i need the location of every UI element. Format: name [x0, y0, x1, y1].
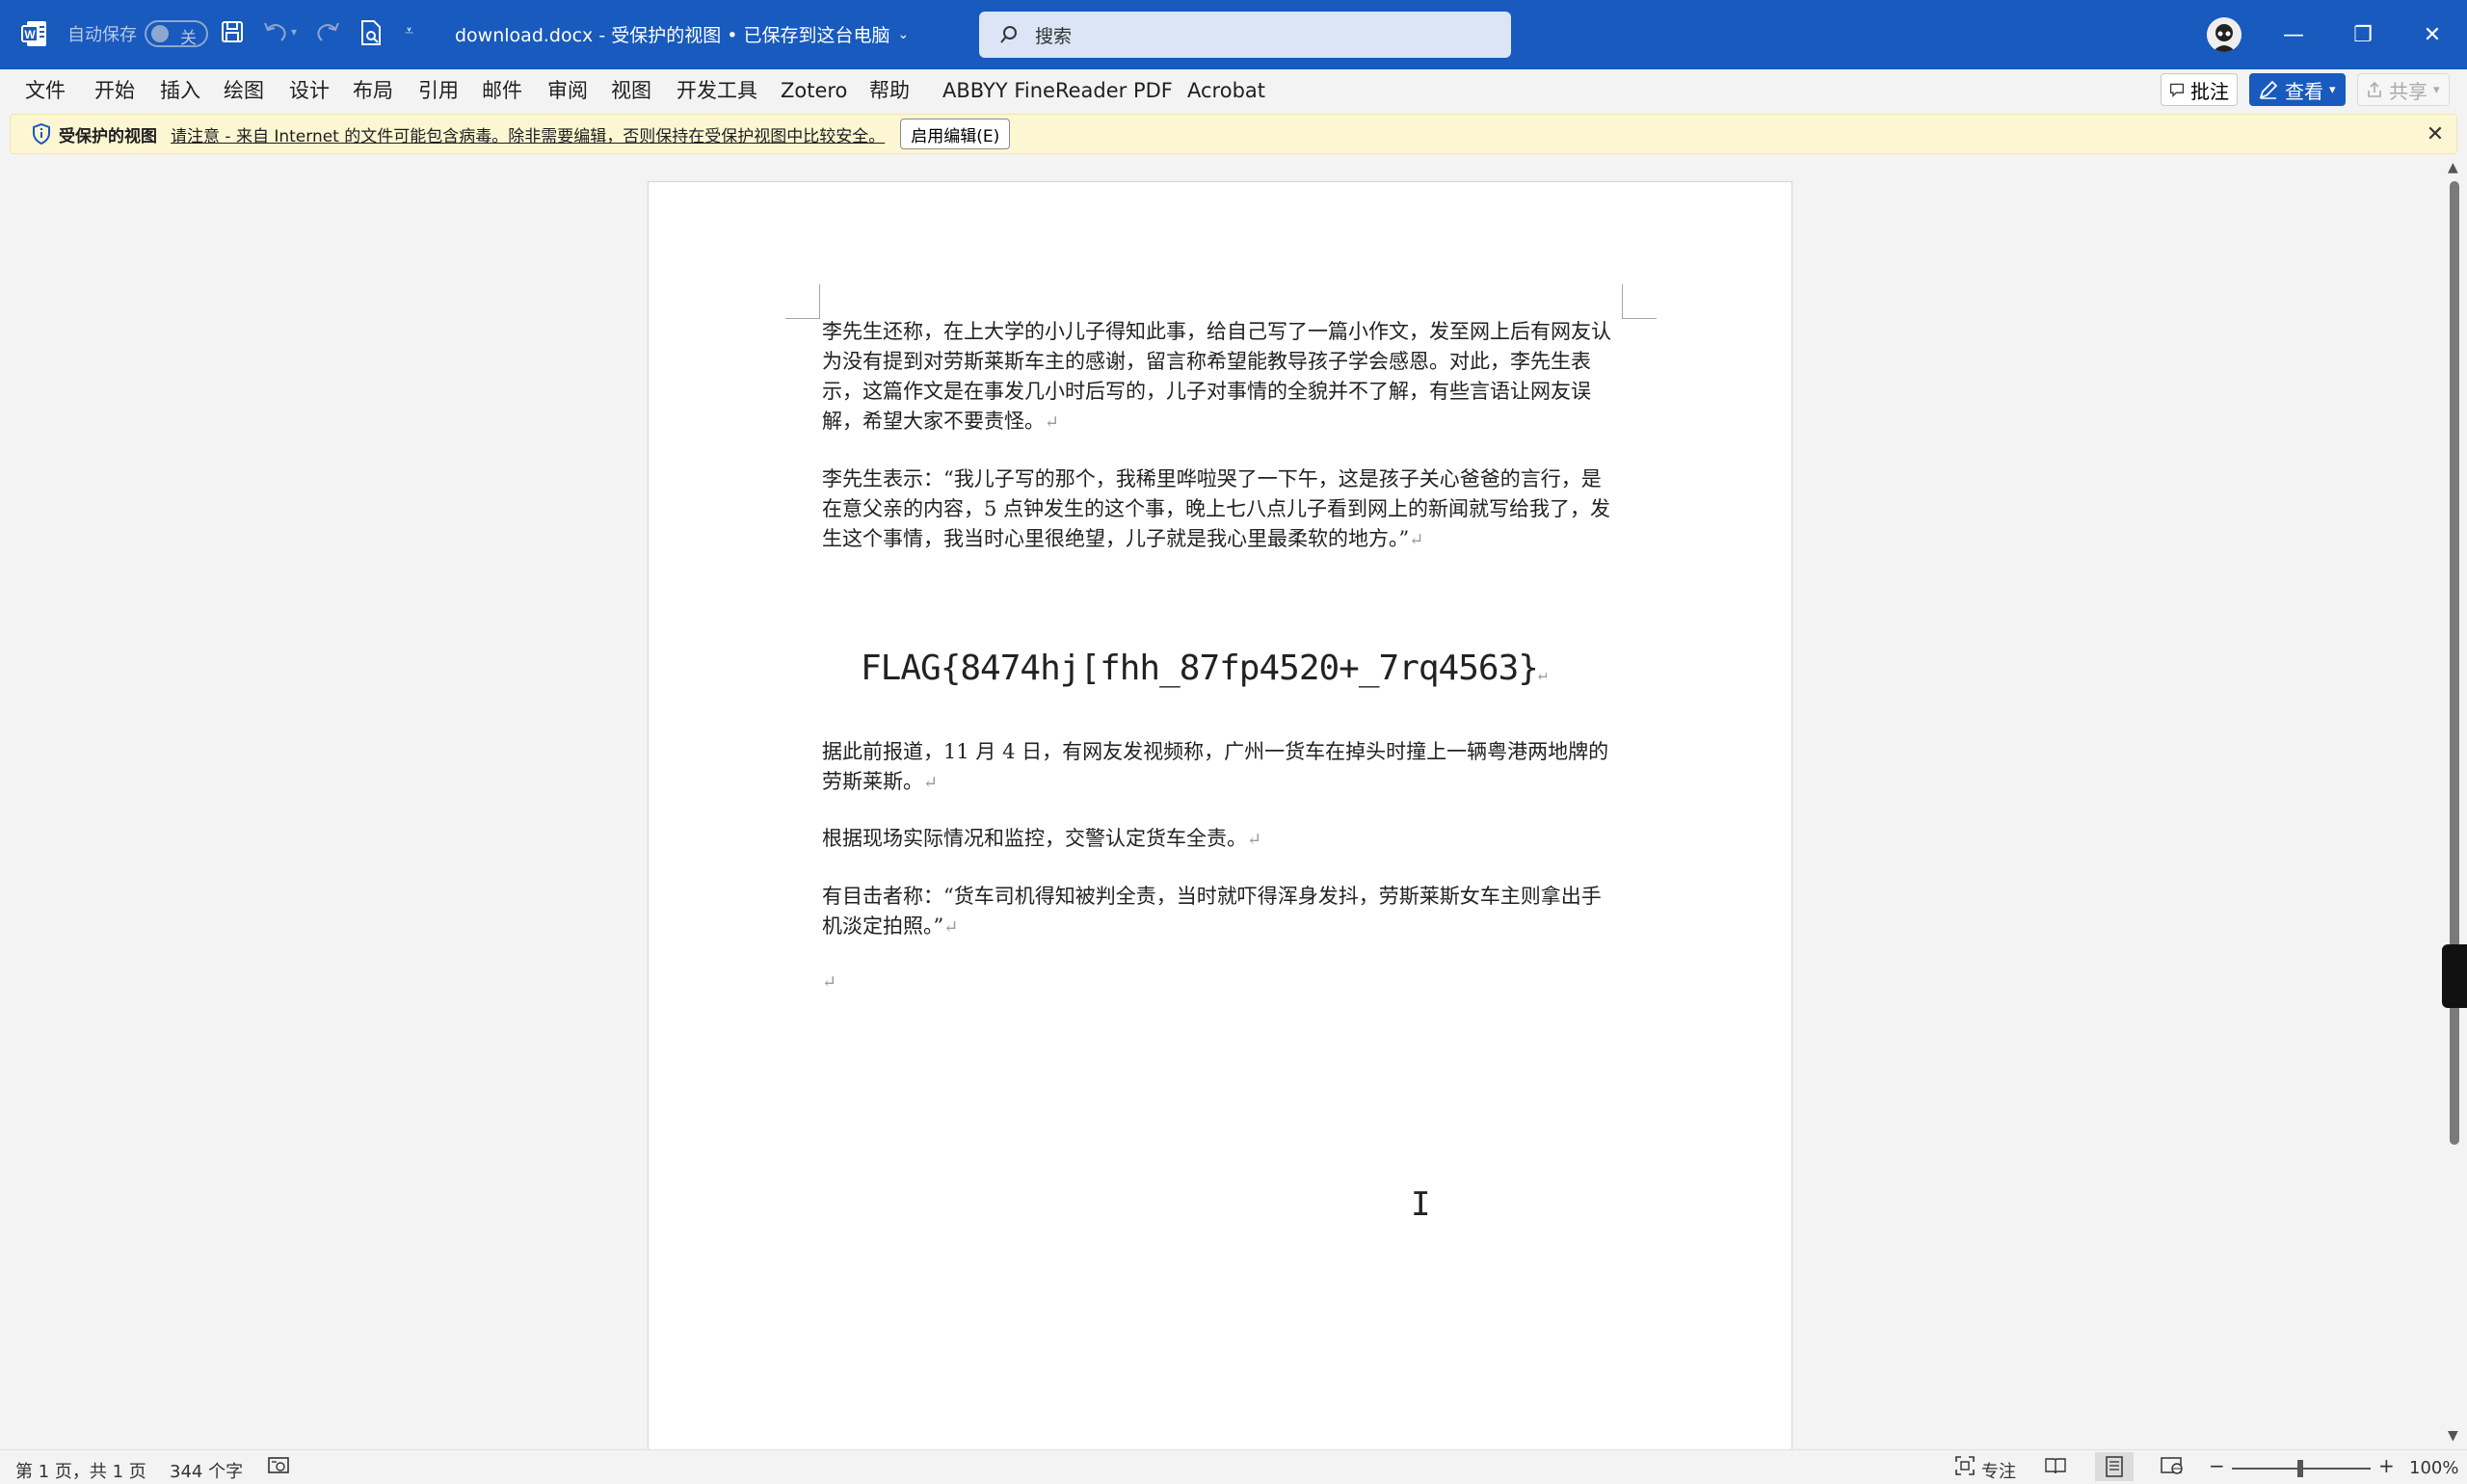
paragraph-mark: ↵: [1537, 665, 1548, 683]
minimize-button[interactable]: —: [2259, 0, 2328, 69]
paragraph-mark: ↵: [943, 917, 959, 938]
focus-label[interactable]: 专注: [1981, 1458, 2016, 1483]
print-preview-icon[interactable]: [358, 19, 384, 46]
avatar[interactable]: [2207, 17, 2242, 52]
chevron-down-icon: ▾: [2433, 82, 2440, 97]
comment-icon: [2169, 83, 2185, 97]
tab-file[interactable]: 文件: [25, 77, 66, 104]
zoom-out-button[interactable]: −: [2209, 1454, 2225, 1477]
customize-toolbar-icon[interactable]: ⩡: [405, 21, 413, 40]
paragraph: 李先生还称，在上大学的小儿子得知此事，给自己写了一篇小作文，发至网上后有网友认为…: [822, 317, 1612, 437]
share-label: 共享: [2389, 79, 2427, 103]
side-panel-handle[interactable]: [2442, 944, 2467, 1008]
chevron-down-icon: ▾: [2329, 82, 2336, 97]
protected-view-message[interactable]: 请注意 - 来自 Internet 的文件可能包含病毒。除非需要编辑，否则保持在…: [171, 122, 885, 146]
close-button[interactable]: ✕: [2398, 0, 2467, 69]
crop-mark: [1622, 284, 1657, 319]
ribbon-tabs: 文件 开始 插入 绘图 设计 布局 引用 邮件 审阅 视图 开发工具 Zoter…: [0, 69, 2467, 112]
flag-value: FLAG{8474hj[fhh_87fp4520+_7rq4563}: [861, 649, 1539, 688]
paragraph-text: 据此前报道，11 月 4 日，有网友发视频称，广州一货车在掉头时撞上一辆粤港两地…: [822, 740, 1609, 793]
tab-help[interactable]: 帮助: [869, 77, 910, 104]
undo-icon[interactable]: [262, 19, 289, 44]
paragraph: 有目击者称：“货车司机得知被判全责，当时就吓得浑身发抖，劳斯莱斯女车主则拿出手机…: [822, 882, 1612, 942]
status-bar: 第 1 页，共 1 页 344 个字 专注 − + 100%: [0, 1449, 2467, 1484]
search-box[interactable]: 搜索: [979, 12, 1511, 58]
tab-acrobat[interactable]: Acrobat: [1187, 77, 1265, 104]
tab-view[interactable]: 视图: [611, 77, 651, 104]
shield-info-icon: [33, 122, 50, 146]
zoom-level[interactable]: 100%: [2409, 1458, 2458, 1478]
zoom-slider-thumb[interactable]: [2297, 1460, 2303, 1477]
protected-view-bar: 受保护的视图 请注意 - 来自 Internet 的文件可能包含病毒。除非需要编…: [10, 114, 2457, 154]
tab-mailings[interactable]: 邮件: [482, 77, 522, 104]
redo-icon[interactable]: [314, 19, 341, 44]
view-mode-button[interactable]: 查看 ▾: [2249, 73, 2346, 106]
paragraph-text: 有目击者称：“货车司机得知被判全责，当时就吓得浑身发抖，劳斯莱斯女车主则拿出手机…: [822, 885, 1602, 938]
enable-editing-button[interactable]: 启用编辑(E): [900, 119, 1011, 149]
paragraph-mark: ↵: [1409, 530, 1424, 550]
paragraph-mark: ↵: [822, 972, 837, 993]
document-title[interactable]: download.docx - 受保护的视图 • 已保存到这台电脑: [455, 21, 890, 47]
paragraph-mark: ↵: [923, 773, 939, 793]
focus-icon[interactable]: [1954, 1455, 1976, 1481]
scroll-down-icon[interactable]: ▼: [2448, 1428, 2458, 1444]
autosave-label: 自动保存: [67, 25, 137, 45]
vertical-scrollbar[interactable]: ▲ ▼: [2444, 158, 2467, 1449]
word-count[interactable]: 344 个字: [170, 1458, 243, 1483]
pen-icon: [2259, 80, 2278, 99]
paragraph-mark: ↵: [1247, 830, 1262, 850]
flag-text: FLAG{8474hj[fhh_87fp4520+_7rq4563}↵: [861, 649, 1548, 688]
paragraph-text: 根据现场实际情况和监控，交警认定货车全责。: [822, 827, 1247, 850]
read-mode-icon[interactable]: [2045, 1456, 2066, 1480]
word-logo-icon[interactable]: W: [21, 19, 48, 48]
paragraph: 李先生表示：“我儿子写的那个，我稀里哗啦哭了一下午，这是孩子关心爸爸的言行，是在…: [822, 464, 1612, 555]
comments-button[interactable]: 批注: [2161, 73, 2238, 106]
document-area: 李先生还称，在上大学的小儿子得知此事，给自己写了一篇小作文，发至网上后有网友认为…: [0, 158, 2444, 1449]
tab-review[interactable]: 审阅: [547, 77, 588, 104]
paragraph: 根据现场实际情况和监控，交警认定货车全责。↵: [822, 824, 1612, 855]
page-count[interactable]: 第 1 页，共 1 页: [15, 1458, 146, 1483]
empty-paragraph: ↵: [822, 967, 1612, 997]
document-page[interactable]: 李先生还称，在上大学的小儿子得知此事，给自己写了一篇小作文，发至网上后有网友认为…: [648, 181, 1792, 1449]
tab-draw[interactable]: 绘图: [224, 77, 264, 104]
tab-design[interactable]: 设计: [289, 77, 330, 104]
toggle-knob: [151, 25, 169, 42]
print-layout-icon[interactable]: [2095, 1452, 2134, 1481]
title-bar: W 自动保存 关 ▾ ⩡ download.docx - 受保护的视图 • 已保…: [0, 0, 2467, 69]
restore-button[interactable]: ❐: [2328, 0, 2398, 69]
svg-text:W: W: [24, 28, 36, 41]
autosave-state: 关: [180, 29, 197, 48]
paragraph: 据此前报道，11 月 4 日，有网友发视频称，广州一货车在掉头时撞上一辆粤港两地…: [822, 737, 1612, 798]
zoom-in-button[interactable]: +: [2378, 1454, 2395, 1477]
protected-view-title: 受保护的视图: [59, 126, 157, 146]
accessibility-icon[interactable]: [268, 1456, 289, 1480]
autosave-toggle[interactable]: 关: [145, 20, 208, 48]
undo-dropdown-icon[interactable]: ▾: [291, 25, 297, 39]
comments-label: 批注: [2190, 79, 2229, 103]
tab-developer[interactable]: 开发工具: [676, 77, 757, 104]
tab-abbyy[interactable]: ABBYY FineReader PDF: [942, 77, 1173, 104]
paragraph-text: 李先生还称，在上大学的小儿子得知此事，给自己写了一篇小作文，发至网上后有网友认为…: [822, 320, 1611, 433]
paragraph-mark: ↵: [1045, 412, 1060, 433]
tab-zotero[interactable]: Zotero: [781, 77, 847, 104]
chevron-down-icon[interactable]: ⌄: [898, 27, 910, 42]
web-layout-icon[interactable]: [2161, 1456, 2184, 1480]
crop-mark: [785, 284, 820, 319]
save-icon[interactable]: [220, 19, 245, 44]
view-mode-label: 查看: [2285, 79, 2323, 103]
ibeam-cursor-icon: I: [1411, 1185, 1431, 1224]
share-icon: [2368, 81, 2381, 97]
tab-insert[interactable]: 插入: [160, 77, 200, 104]
share-button[interactable]: 共享 ▾: [2357, 73, 2450, 106]
close-icon[interactable]: ✕: [2418, 117, 2453, 151]
tab-layout[interactable]: 布局: [353, 77, 393, 104]
tab-home[interactable]: 开始: [94, 77, 135, 104]
search-placeholder: 搜索: [1035, 25, 1073, 47]
tab-references[interactable]: 引用: [418, 77, 459, 104]
search-icon: [1000, 26, 1017, 43]
paragraph-text: 李先生表示：“我儿子写的那个，我稀里哗啦哭了一下午，这是孩子关心爸爸的言行，是在…: [822, 467, 1611, 550]
scroll-up-icon[interactable]: ▲: [2448, 160, 2458, 175]
